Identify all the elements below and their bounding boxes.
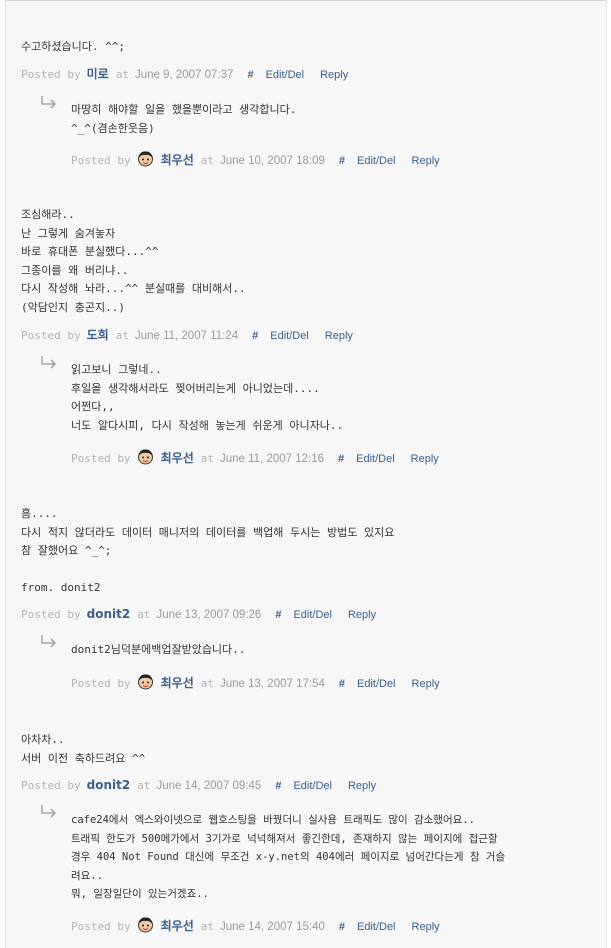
comment-text: 흠.... 다시 적지 않더라도 데이터 매니저의 데이터를 백업해 두시는 방…	[21, 507, 395, 594]
comment-author-link[interactable]: donit2	[87, 607, 131, 621]
edit-del-link[interactable]: Edit/Del	[357, 921, 396, 933]
comment-text: 수고하셨습니다. ^^;	[21, 40, 125, 53]
edit-del-link[interactable]: Edit/Del	[356, 453, 395, 465]
permalink-link[interactable]: #	[252, 330, 258, 342]
reply-meta: Posted by 최우선 at June 14, 2007 15:40 # Edit/D…	[71, 916, 456, 933]
reply-author-link[interactable]: 최우선	[161, 153, 194, 167]
edit-del-link[interactable]: Edit/Del	[270, 330, 309, 342]
reply-date: June 14, 2007 15:40	[219, 921, 325, 933]
comment-date: June 13, 2007 09:26	[156, 609, 262, 621]
comment-date: June 9, 2007 07:37	[134, 69, 234, 81]
reply-link[interactable]: Reply	[320, 69, 348, 81]
permalink-link[interactable]: #	[275, 780, 281, 792]
reply-link[interactable]: Reply	[325, 330, 353, 342]
permalink-link[interactable]: #	[275, 609, 281, 621]
permalink-link[interactable]: #	[339, 921, 345, 933]
comment-meta: Posted by 미로 at June 9, 2007 07:37 # Edit/Del…	[21, 67, 349, 81]
reply-link[interactable]: Reply	[348, 609, 376, 621]
reply-text: 읽고보니 그렇네.. 후일을 생각해서라도 찢어버리는게 아니었는데.... 어…	[71, 363, 344, 432]
reply-text: 마땅히 해야할 일을 했을뿐이라고 생각합니다. ^_^(겸손한웃음)	[71, 103, 297, 135]
comment-author-link[interactable]: donit2	[87, 778, 131, 792]
permalink-link[interactable]: #	[339, 155, 345, 167]
comments-panel: 수고하셨습니다. ^^; Posted by 미로 at June 9, 2007 0…	[5, 0, 607, 948]
permalink-link[interactable]: #	[247, 69, 253, 81]
reply-date: June 11, 2007 12:16	[219, 453, 325, 465]
reply-author-link[interactable]: 최우선	[161, 676, 194, 690]
comment-date: June 11, 2007 11:24	[134, 330, 239, 342]
reply-meta: Posted by 최우선 at June 10, 2007 18:09 # Edit/D…	[71, 150, 456, 167]
comment-date: June 14, 2007 09:45	[156, 780, 262, 792]
reply-date: June 10, 2007 18:09	[219, 155, 325, 167]
edit-del-link[interactable]: Edit/Del	[293, 609, 332, 621]
edit-del-link[interactable]: Edit/Del	[293, 780, 332, 792]
reply-arrow-icon	[41, 635, 56, 648]
reply-text: cafe24에서 엑스와이넷으로 웹호스팅을 바꿨더니 실사용 트래픽도 많이 …	[71, 814, 506, 900]
reply-text: donit2님덕분에백업잘받았습니다..	[71, 643, 246, 656]
reply-meta: Posted by 최우선 at June 11, 2007 12:16 # Edit/D…	[71, 448, 455, 465]
reply-meta: Posted by 최우선 at June 13, 2007 17:54 # Edit/D…	[71, 673, 456, 690]
permalink-link[interactable]: #	[339, 678, 345, 690]
avatar-icon	[137, 917, 153, 933]
avatar-icon	[137, 449, 153, 465]
comment-meta: Posted by 도희 at June 11, 2007 11:24 # Edit/De…	[21, 328, 353, 342]
reply-link[interactable]: Reply	[348, 780, 376, 792]
reply-author-link[interactable]: 최우선	[161, 451, 194, 465]
reply-arrow-icon	[41, 96, 56, 109]
comment-author-link[interactable]: 미로	[87, 67, 109, 81]
comment-meta: Posted by donit2 at June 13, 2007 09:26 # Edi…	[21, 607, 377, 621]
reply-arrow-icon	[41, 805, 56, 818]
permalink-link[interactable]: #	[338, 453, 344, 465]
reply-arrow-icon	[41, 356, 56, 369]
reply-link[interactable]: Reply	[411, 453, 439, 465]
comment-author-link[interactable]: 도희	[87, 328, 109, 342]
reply-author-link[interactable]: 최우선	[161, 919, 194, 933]
comment-meta: Posted by donit2 at June 14, 2007 09:45 # Edi…	[21, 778, 377, 792]
reply-date: June 13, 2007 17:54	[219, 678, 325, 690]
edit-del-link[interactable]: Edit/Del	[357, 155, 396, 167]
comment-text: 아차차.. 서버 이전 축하드려요 ^^	[21, 733, 146, 765]
reply-link[interactable]: Reply	[412, 155, 440, 167]
avatar-icon	[137, 674, 153, 690]
edit-del-link[interactable]: Edit/Del	[266, 69, 305, 81]
reply-link[interactable]: Reply	[412, 678, 440, 690]
avatar-icon	[137, 151, 153, 167]
edit-del-link[interactable]: Edit/Del	[357, 678, 396, 690]
comment-text: 조심해라.. 난 그렇게 숨겨놓자 바로 휴대폰 분실했다...^^ 그종이를 …	[21, 208, 246, 314]
reply-link[interactable]: Reply	[412, 921, 440, 933]
